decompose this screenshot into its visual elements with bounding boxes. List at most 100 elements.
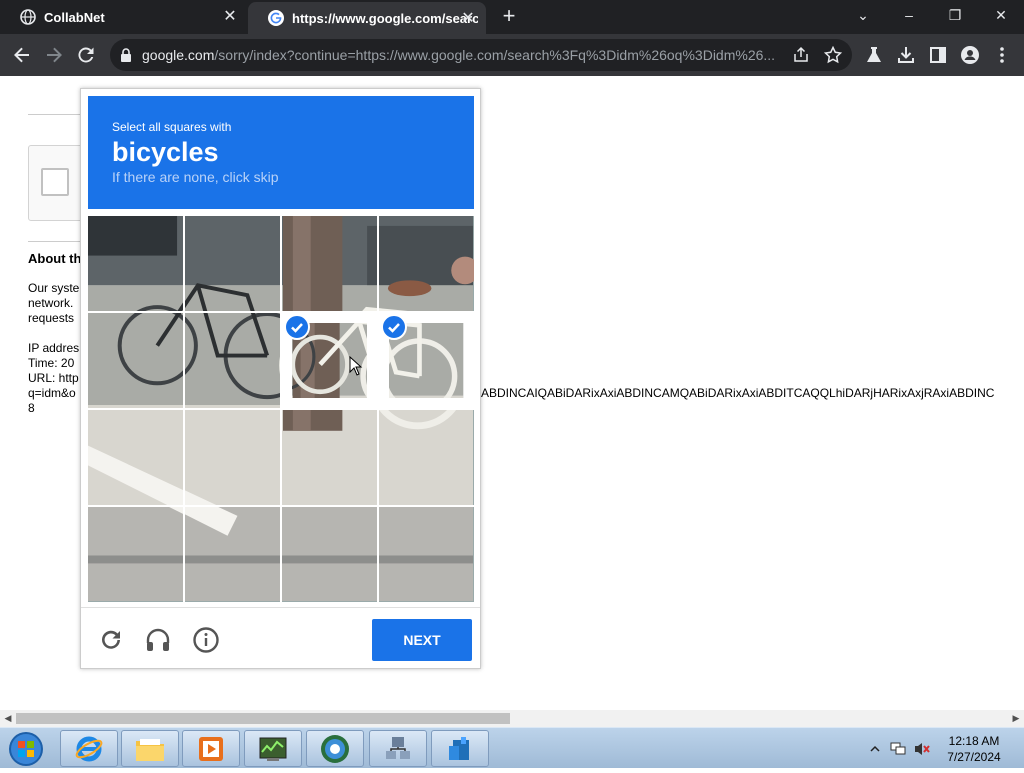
tray-network[interactable] <box>888 728 908 769</box>
network-icon <box>386 736 410 759</box>
url-text[interactable]: google.com/sorry/index?continue=https://… <box>142 47 792 63</box>
taskbar-media-player[interactable] <box>182 730 240 767</box>
challenge-tile[interactable] <box>282 216 377 311</box>
more-menu-icon[interactable] <box>992 45 1012 65</box>
about-heading: About th <box>28 251 82 266</box>
lock-icon <box>121 48 131 62</box>
target-object: bicycles <box>112 137 219 167</box>
time-label: Time: 20 <box>28 356 75 370</box>
google-icon <box>268 10 284 26</box>
windows-taskbar: 12:18 AM 7/27/2024 <box>0 727 1024 768</box>
refresh-icon <box>78 47 94 63</box>
scrollbar-thumb[interactable] <box>16 713 510 724</box>
paragraph-line: requests <box>28 311 75 325</box>
server-icon <box>449 736 469 760</box>
tab-strip: CollabNet ✕ https://www.google.com/searc… <box>0 0 1024 34</box>
clock-time: 12:18 AM <box>948 734 1000 748</box>
scroll-right-icon[interactable]: ▶ <box>1011 713 1021 724</box>
share-icon[interactable] <box>792 46 810 64</box>
challenge-tile[interactable] <box>88 216 183 311</box>
skip-hint: If there are none, click skip <box>112 169 279 185</box>
back-button[interactable] <box>10 43 34 67</box>
url-label: URL: http <box>28 371 79 385</box>
volume-muted-icon <box>915 742 930 755</box>
challenge-tile[interactable] <box>379 216 474 311</box>
taskbar-file-explorer[interactable] <box>121 730 179 767</box>
scroll-left-icon[interactable]: ◀ <box>3 713 13 724</box>
recaptcha-checkbox[interactable] <box>41 168 69 196</box>
chevron-up-icon <box>870 745 880 752</box>
taskbar-browser[interactable] <box>306 730 364 767</box>
challenge-tile[interactable] <box>282 410 377 505</box>
close-window-button[interactable]: ✕ <box>978 0 1024 30</box>
side-panel-icon[interactable] <box>928 45 948 65</box>
globe-icon <box>20 9 36 25</box>
close-tab-icon[interactable]: ✕ <box>222 9 238 25</box>
clock-date: 7/27/2024 <box>947 750 1001 764</box>
start-button[interactable] <box>4 730 48 768</box>
challenge-tile[interactable] <box>88 507 183 602</box>
tab-google-search[interactable]: https://www.google.com/search? ✕ <box>248 2 486 34</box>
challenge-tile[interactable] <box>88 313 183 408</box>
new-tab-button[interactable]: + <box>498 5 520 28</box>
network-status-icon <box>890 742 906 754</box>
windows-orb-icon <box>9 732 43 766</box>
challenge-header: Select all squares with bicycles If ther… <box>88 96 474 209</box>
tab-title: https://www.google.com/search? <box>292 10 478 26</box>
forward-button[interactable] <box>42 43 66 67</box>
arrow-left-icon <box>14 47 29 63</box>
show-hidden-icons[interactable] <box>868 728 882 769</box>
instruction-prefix: Select all squares with <box>112 120 232 134</box>
taskbar-network-app[interactable] <box>369 730 427 767</box>
media-player-icon <box>199 736 223 761</box>
paragraph-line: network. <box>28 296 74 310</box>
tray-volume[interactable] <box>912 728 932 769</box>
reload-icon[interactable] <box>97 626 125 654</box>
divider <box>28 241 88 242</box>
system-clock[interactable]: 12:18 AM 7/27/2024 <box>934 733 1014 765</box>
address-bar[interactable]: google.com/sorry/index?continue=https://… <box>110 39 852 71</box>
restore-button[interactable]: ❐ <box>932 0 978 30</box>
challenge-tile[interactable] <box>282 507 377 602</box>
divider <box>28 114 88 115</box>
browser-toolbar: google.com/sorry/index?continue=https://… <box>0 34 1024 76</box>
labs-flask-icon[interactable] <box>864 45 884 65</box>
ip-address-label: IP addres <box>28 341 80 355</box>
tab-collabnet[interactable]: CollabNet ✕ <box>0 0 248 34</box>
profile-avatar-icon[interactable] <box>960 45 980 65</box>
challenge-tile[interactable] <box>185 507 280 602</box>
challenge-image-grid <box>88 216 474 602</box>
challenge-tile[interactable] <box>379 410 474 505</box>
line-8: 8 <box>28 401 35 415</box>
challenge-tile[interactable] <box>88 410 183 505</box>
download-icon[interactable] <box>896 45 916 65</box>
minimize-button[interactable]: – <box>886 0 932 30</box>
challenge-tile[interactable] <box>379 507 474 602</box>
next-button[interactable]: NEXT <box>372 619 472 661</box>
query-overflow-text: ABDINCAIQABiDARixAxiABDINCAMQABiDARixAxi… <box>481 386 995 400</box>
audio-headphones-icon[interactable] <box>144 626 172 654</box>
reload-button[interactable] <box>74 43 98 67</box>
recaptcha-challenge-popup: Select all squares with bicycles If ther… <box>80 88 481 669</box>
task-manager-icon <box>259 737 287 761</box>
challenge-footer: NEXT <box>81 607 480 669</box>
taskbar-server-app[interactable] <box>431 730 489 767</box>
star-bookmark-icon[interactable] <box>824 46 842 64</box>
info-icon[interactable] <box>192 626 220 654</box>
challenge-tile[interactable] <box>185 313 280 408</box>
file-explorer-icon <box>136 738 164 761</box>
tile-checkmark-icon <box>284 314 310 340</box>
mouse-cursor-icon <box>349 356 363 376</box>
close-tab-icon[interactable]: ✕ <box>460 11 476 27</box>
tab-title: CollabNet <box>44 9 105 25</box>
internet-explorer-icon <box>75 736 103 761</box>
taskbar-internet-explorer[interactable] <box>60 730 118 767</box>
challenge-tile[interactable] <box>185 410 280 505</box>
tab-search-button[interactable]: ⌄ <box>840 0 886 30</box>
arrow-right-icon <box>47 47 62 63</box>
browser-globe-icon <box>321 734 349 763</box>
taskbar-task-manager[interactable] <box>244 730 302 767</box>
horizontal-scrollbar[interactable]: ◀ ▶ <box>0 710 1024 727</box>
query-line: q=idm&o <box>28 386 76 400</box>
challenge-tile[interactable] <box>185 216 280 311</box>
